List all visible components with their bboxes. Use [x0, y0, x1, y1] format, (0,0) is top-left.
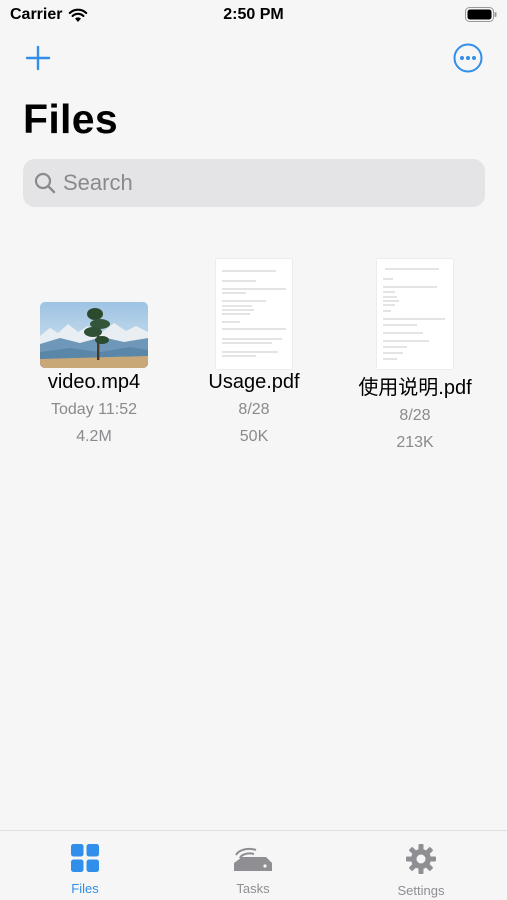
- file-name: video.mp4: [47, 371, 141, 393]
- tab-label: Tasks: [236, 881, 270, 896]
- status-time: 2:50 PM: [223, 6, 284, 23]
- pdf-thumbnail: [216, 259, 292, 369]
- tab-label: Settings: [397, 883, 445, 898]
- gear-icon: [406, 844, 436, 874]
- file-date: 8/28: [238, 401, 270, 418]
- file-item-video[interactable]: video.mp4 Today 11:52 4.2M: [19, 255, 169, 446]
- file-date: Today 11:52: [51, 401, 137, 418]
- file-size: 4.2M: [76, 428, 112, 445]
- tab-label: Files: [71, 881, 99, 896]
- battery-icon: [465, 7, 497, 22]
- search-input[interactable]: [63, 159, 473, 207]
- video-thumbnail: [40, 302, 148, 368]
- ellipsis-circle-icon[interactable]: [452, 42, 484, 74]
- file-name: 使用说明.pdf: [358, 377, 472, 399]
- status-bar: Carrier 2:50 PM: [0, 0, 507, 32]
- search-icon: [34, 172, 56, 194]
- page-title: Files: [23, 96, 118, 142]
- file-size: 50K: [239, 428, 269, 445]
- drive-icon: [234, 847, 272, 871]
- search-bar[interactable]: [23, 159, 485, 207]
- top-toolbar: [0, 38, 507, 78]
- file-date: 8/28: [399, 407, 431, 424]
- grid-icon: [71, 844, 99, 872]
- tab-tasks[interactable]: Tasks: [203, 843, 303, 896]
- tab-settings[interactable]: Settings: [371, 843, 471, 898]
- file-size: 213K: [396, 434, 434, 451]
- tab-files[interactable]: Files: [35, 843, 135, 896]
- tab-bar: Files Tasks Settings: [0, 830, 507, 900]
- pdf-thumbnail: [377, 259, 453, 369]
- file-name: Usage.pdf: [208, 371, 300, 393]
- file-item-usage-pdf[interactable]: Usage.pdf 8/28 50K: [179, 255, 329, 446]
- file-item-manual-pdf[interactable]: 使用说明.pdf 8/28 213K: [340, 255, 490, 452]
- plus-icon[interactable]: [22, 42, 54, 74]
